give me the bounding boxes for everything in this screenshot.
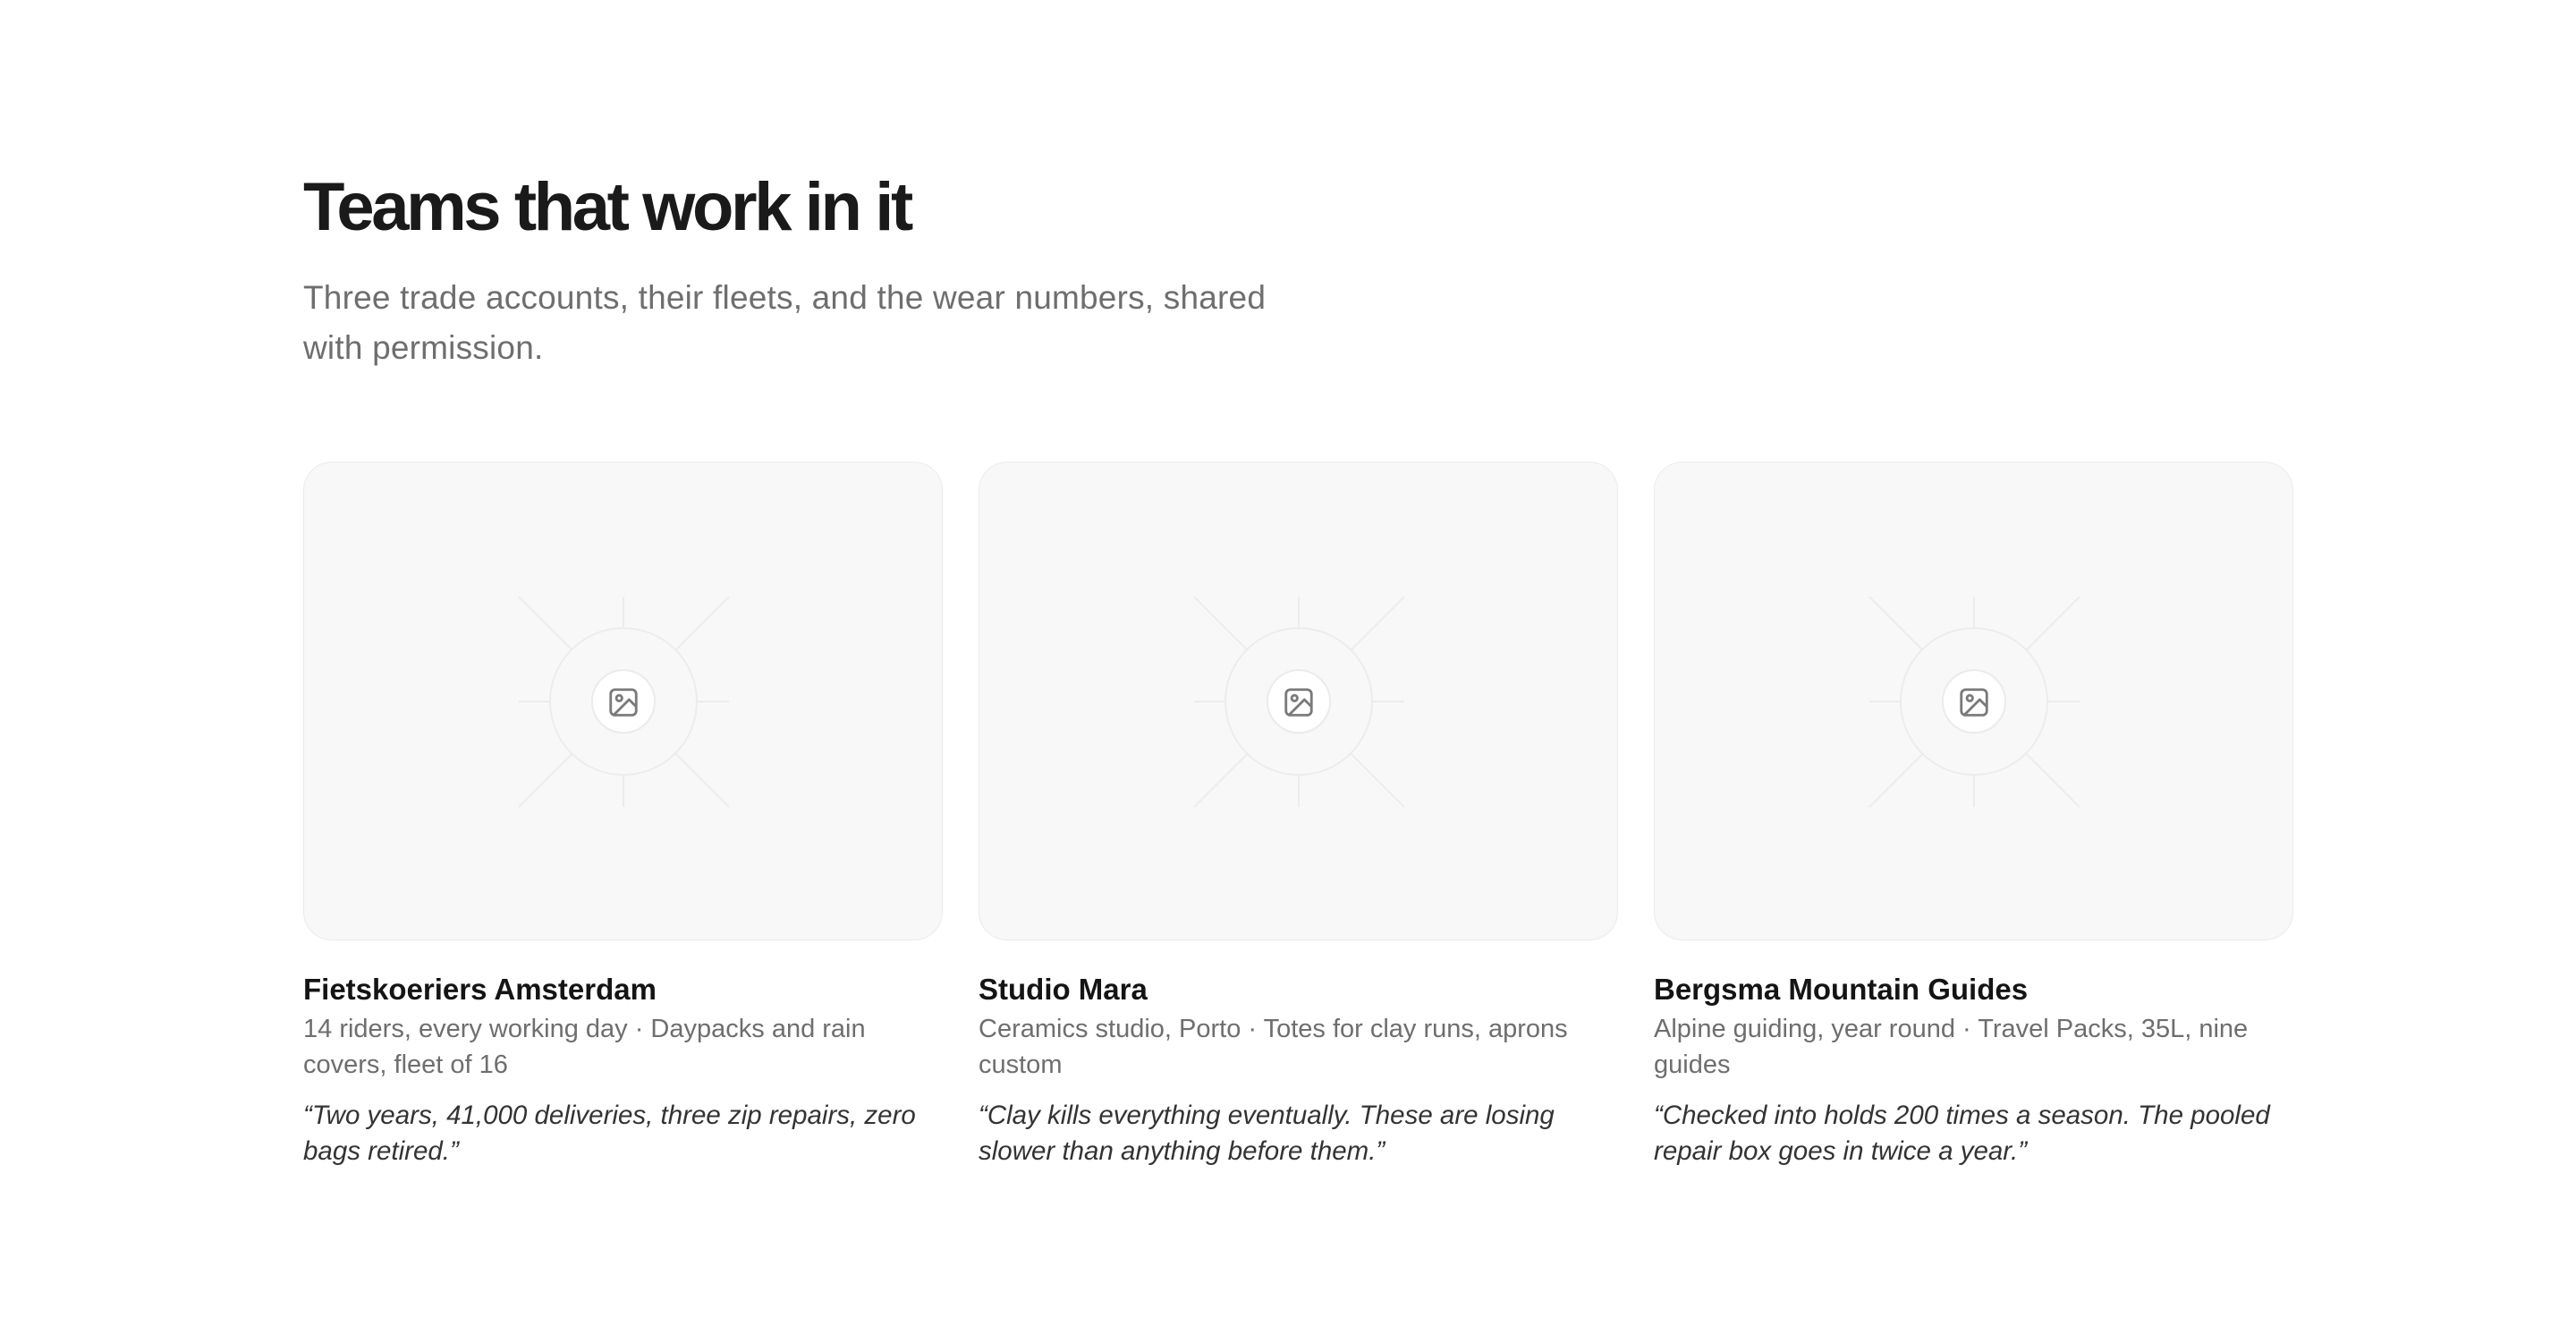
- team-card: Fietskoeriers Amsterdam 14 riders, every…: [303, 462, 943, 1166]
- team-name: Bergsma Mountain Guides: [1654, 973, 2029, 1006]
- team-quote: “Checked into holds 200 times a season. …: [1654, 1101, 2270, 1166]
- image-placeholder-icon: [609, 688, 638, 717]
- team-meta: 14 riders, every working day · Daypacks …: [303, 1015, 866, 1079]
- team-card: Bergsma Mountain Guides Alpine guiding, …: [1654, 462, 2293, 1166]
- team-name: Fietskoeriers Amsterdam: [303, 973, 657, 1006]
- image-placeholder-icon: [1960, 688, 1988, 717]
- image-placeholder-icon: [1284, 688, 1313, 717]
- team-image-placeholder: [979, 462, 1618, 940]
- team-card: Studio Mara Ceramics studio, Porto · Tot…: [979, 462, 1618, 1166]
- team-quote: “Two years, 41,000 deliveries, three zip…: [303, 1101, 916, 1166]
- team-meta: Alpine guiding, year round · Travel Pack…: [1654, 1015, 2249, 1079]
- section-subtitle: Three trade accounts, their fleets, and …: [303, 279, 1267, 366]
- teams-section: Teams that work in it Three trade accoun…: [303, 0, 2293, 1335]
- team-image-placeholder: [1654, 462, 2293, 940]
- team-image-placeholder: [303, 462, 943, 940]
- section-title: Teams that work in it: [303, 169, 913, 245]
- team-quote: “Clay kills everything eventually. These…: [979, 1101, 1555, 1166]
- team-meta: Ceramics studio, Porto · Totes for clay …: [979, 1015, 1568, 1079]
- team-name: Studio Mara: [979, 973, 1148, 1006]
- team-cards: Fietskoeriers Amsterdam 14 riders, every…: [303, 462, 2293, 1178]
